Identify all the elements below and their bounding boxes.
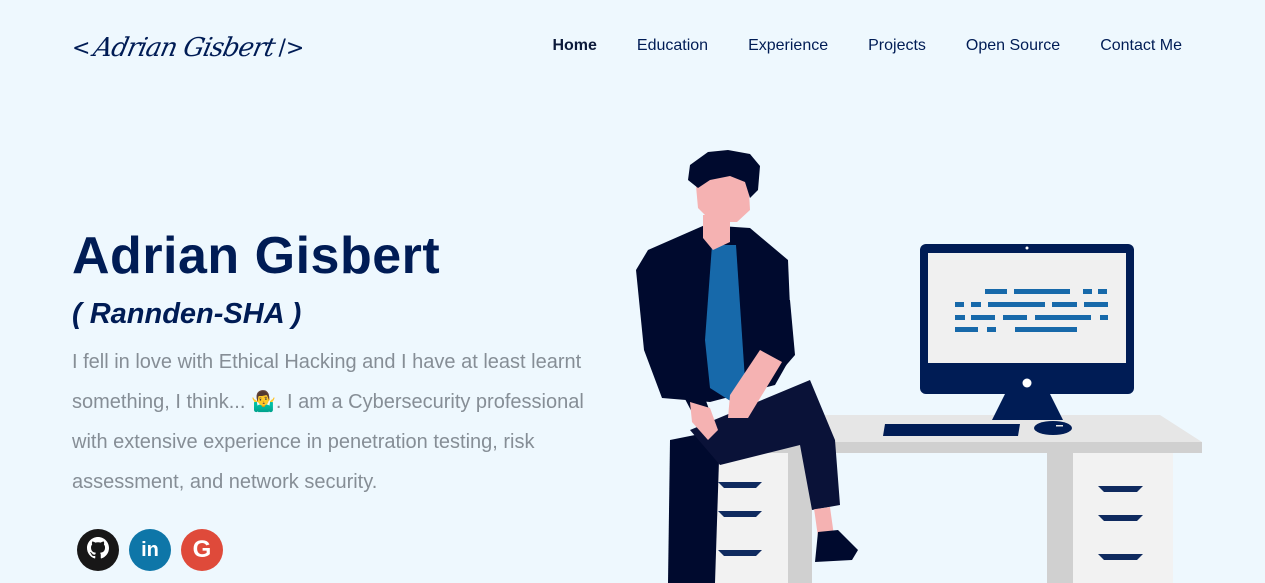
logo-open-bracket: <: [72, 35, 91, 61]
hero-name: Adrian Gisbert: [72, 227, 441, 285]
linkedin-icon: in: [141, 538, 159, 561]
main-nav: Home Education Experience Projects Open …: [532, 36, 1182, 56]
logo-signature: Adrian Gisbert: [91, 33, 278, 63]
nav-home[interactable]: Home: [532, 36, 616, 56]
github-button[interactable]: [77, 529, 119, 571]
nav-contact-me[interactable]: Contact Me: [1080, 36, 1182, 56]
logo-close-bracket: />: [278, 35, 305, 61]
linkedin-button[interactable]: in: [129, 529, 171, 571]
google-button[interactable]: G: [181, 529, 223, 571]
nav-education[interactable]: Education: [617, 36, 728, 56]
nav-open-source[interactable]: Open Source: [946, 36, 1080, 56]
site-header: < Adrian Gisbert /> Home Education Exper…: [0, 0, 1265, 94]
hero-bio: I fell in love with Ethical Hacking and …: [72, 351, 584, 493]
social-links: in G: [77, 529, 223, 571]
github-icon: [87, 536, 109, 564]
nav-projects[interactable]: Projects: [848, 36, 946, 56]
monitor-illustration: [883, 244, 1134, 436]
hero-alias: ( Rannden-SHA ): [72, 298, 302, 330]
developer-illustration: [636, 150, 1202, 583]
logo[interactable]: < Adrian Gisbert />: [72, 30, 304, 66]
google-icon: G: [192, 536, 212, 563]
nav-experience[interactable]: Experience: [728, 36, 848, 56]
